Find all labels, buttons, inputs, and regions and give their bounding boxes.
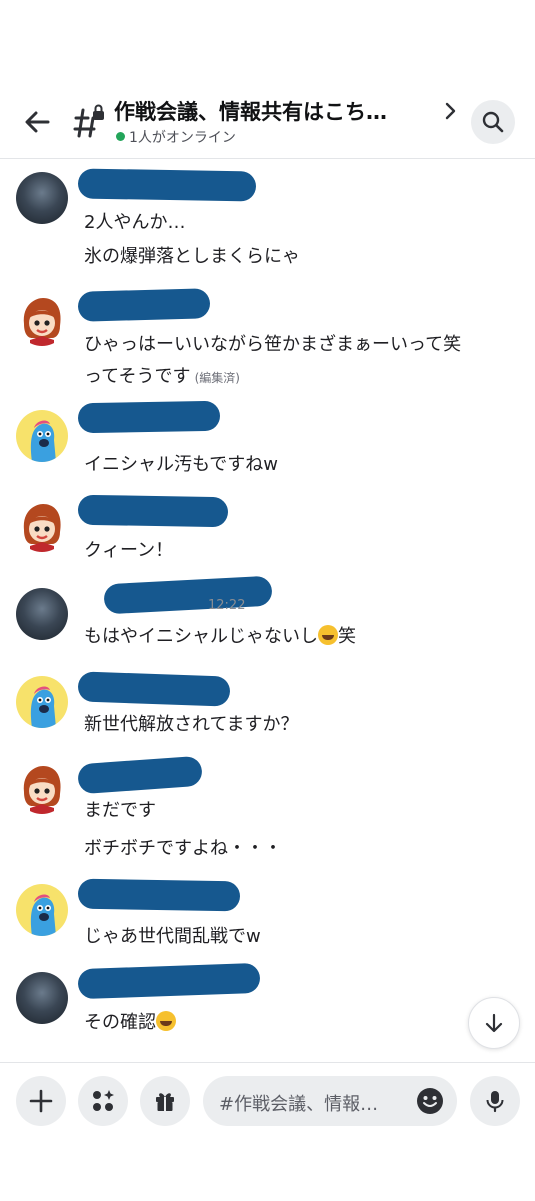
gift-button[interactable] [140,1076,190,1126]
apps-button[interactable] [78,1076,128,1126]
text-channel-lock-icon [73,104,104,138]
message-line: まだです [84,800,156,821]
rolling-laughing-emoji-icon [156,1011,176,1031]
redacted-username-scribble [77,168,257,202]
plus-icon [29,1089,53,1113]
back-arrow-icon[interactable] [18,102,58,142]
message-line: その確認 [84,1008,176,1034]
message-line: ってそうです (編集済) [84,362,240,388]
redacted-username-scribble [77,962,261,1000]
rolling-laughing-emoji-icon [318,625,338,645]
channel-title[interactable]: 作戦会議、情報共有はこち… [114,96,387,126]
redacted-username-scribble [77,400,221,434]
redacted-username-scribble [77,671,231,707]
dark-character-avatar[interactable] [16,588,68,640]
girl-face-icon [23,298,61,346]
apps-sparkle-icon [93,1090,114,1111]
blue-creature-avatar[interactable] [16,884,68,936]
voice-message-button[interactable] [470,1076,520,1126]
message-line: 2人やんか… [84,212,186,233]
message-line: 新世代解放されてますか？ [84,714,299,735]
red-hair-girl-avatar[interactable] [16,500,68,552]
message-line: イニシャル汚もですねw [84,454,279,475]
search-button[interactable] [471,100,515,144]
creature-icon [30,894,56,936]
channel-header: 作戦会議、情報共有はこち… 1人がオンライン [0,0,535,159]
redacted-username-scribble [77,878,241,912]
message-line: もはやイニシャルじゃないし笑 [84,622,356,648]
add-attachment-button[interactable] [16,1076,66,1126]
blue-creature-avatar[interactable] [16,410,68,462]
microphone-icon [486,1091,504,1113]
dark-character-avatar[interactable] [16,972,68,1024]
search-icon [482,111,504,133]
red-hair-girl-avatar[interactable] [16,294,68,346]
redacted-username-scribble [77,288,211,322]
edited-label: (編集済) [194,371,240,385]
emoji-picker-icon[interactable] [416,1087,444,1115]
message-line-text: もはやイニシャルじゃないし [84,626,318,647]
message-input[interactable]: #作戦会議、情報… [203,1076,457,1126]
message-line: ボチボチですよね・・・ [84,838,282,859]
message-line: クィーン！ [84,540,174,561]
chevron-right-icon[interactable] [440,98,462,124]
message-line: じゃあ世代間乱戦でw [84,926,261,947]
message-line: ひゃっはーいいながら笹かまざまぁーいって笑 [84,334,462,355]
gift-icon [156,1093,174,1111]
redacted-username-scribble [103,575,273,615]
message-line-text: 笑 [338,626,356,647]
creature-icon [30,420,56,462]
redacted-username-scribble [77,755,203,795]
message-timestamp: 12:22 [208,598,246,613]
girl-face-icon [23,766,61,814]
girl-face-icon [23,504,61,552]
blue-creature-avatar[interactable] [16,676,68,728]
online-status: 1人がオンライン [116,127,236,147]
message-line: 氷の爆弾落としまくらにゃ [84,246,300,267]
message-input-placeholder: #作戦会議、情報… [219,1094,379,1115]
message-line-text: その確認 [84,1012,156,1033]
online-dot [116,132,125,141]
creature-icon [30,686,56,728]
dark-character-avatar[interactable] [16,172,68,224]
redacted-username-scribble [77,494,229,528]
arrow-down-icon [485,1013,503,1033]
red-hair-girl-avatar[interactable] [16,762,68,814]
message-line-text: ってそうです [84,366,191,387]
scroll-to-bottom-button[interactable] [468,997,520,1049]
online-status-text: 1人がオンライン [129,130,236,146]
